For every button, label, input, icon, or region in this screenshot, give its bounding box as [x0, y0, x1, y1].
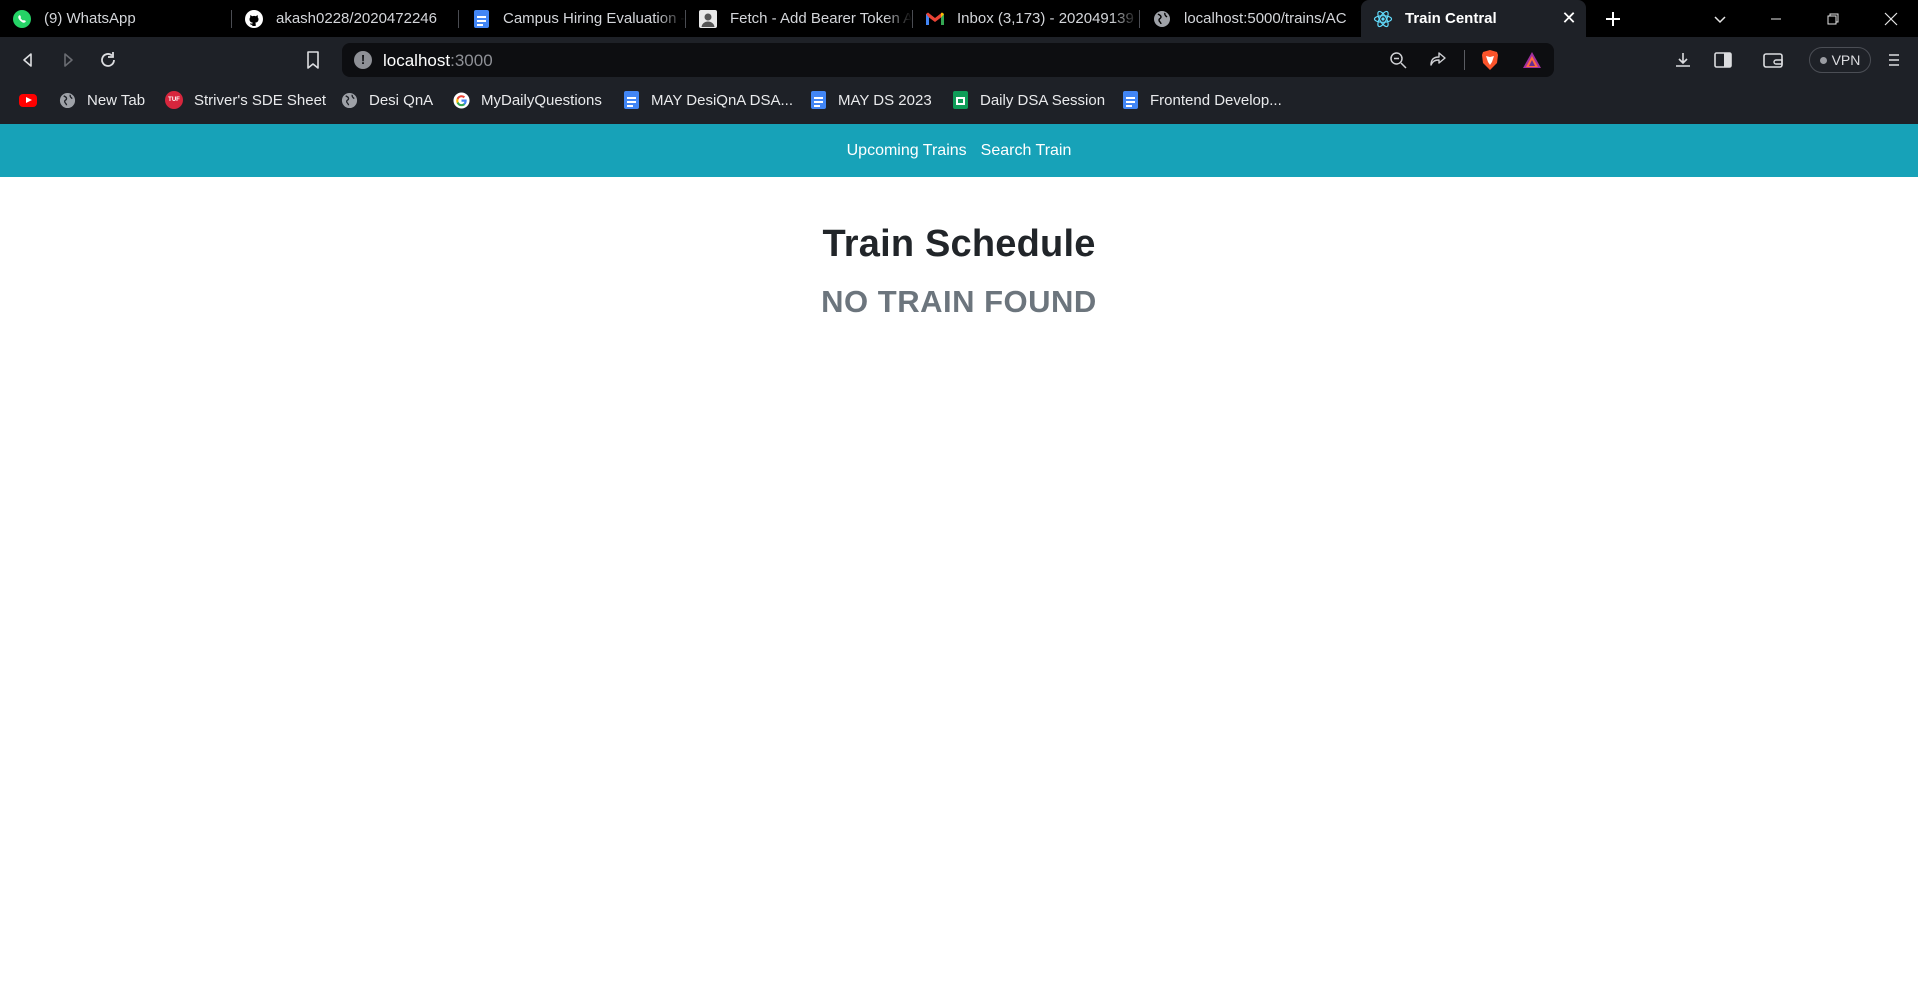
bookmark-icon [307, 51, 319, 69]
tab-fetch-bearer[interactable]: Fetch - Add Bearer Token A [686, 0, 912, 37]
google-sheets-icon [951, 91, 969, 109]
omnibox-divider [1464, 50, 1465, 70]
share-icon[interactable] [1427, 49, 1449, 71]
tab-github[interactable]: akash0228/2020472246 [232, 0, 458, 37]
new-tab-button[interactable] [1591, 0, 1635, 37]
address-bar[interactable]: ! localhost:3000 [342, 43, 1554, 77]
download-icon [1676, 53, 1690, 67]
vpn-status-dot [1819, 56, 1827, 64]
address-bar-url[interactable]: localhost:3000 [383, 51, 493, 71]
globe-icon [1152, 9, 1172, 29]
restore-icon [1827, 13, 1839, 24]
globe-icon [340, 91, 358, 109]
react-icon [1373, 9, 1393, 29]
bookmark-desi-qna[interactable]: Desi QnA [340, 83, 433, 117]
forward-button[interactable] [54, 46, 82, 74]
nav-upcoming-trains[interactable]: Upcoming Trains [847, 142, 967, 160]
wallet-button[interactable] [1759, 46, 1787, 74]
sidebar-icon [1714, 52, 1732, 68]
app-navbar: Upcoming Trains Search Train [0, 124, 1918, 177]
hamburger-menu-icon [1889, 54, 1899, 66]
vpn-button[interactable]: VPN [1809, 47, 1871, 73]
browser-toolbar: ! localhost:3000 VPN [0, 37, 1918, 83]
github-icon [244, 9, 264, 29]
forward-arrow-icon [64, 53, 73, 67]
chevron-down-icon [1714, 15, 1726, 23]
tab-whatsapp[interactable]: (9) WhatsApp [0, 0, 230, 37]
minimize-button[interactable] [1753, 0, 1799, 37]
tab-gmail-inbox[interactable]: Inbox (3,173) - 202049139 [913, 0, 1139, 37]
whatsapp-icon [12, 9, 32, 29]
google-docs-icon [1121, 91, 1139, 109]
back-arrow-icon [23, 53, 32, 67]
bookmark-page-button[interactable] [299, 46, 327, 74]
close-tab-icon[interactable]: ✕ [1560, 9, 1578, 27]
reload-icon [101, 52, 115, 67]
reload-button[interactable] [94, 46, 122, 74]
google-icon [452, 91, 470, 109]
back-button[interactable] [14, 46, 42, 74]
youtube-icon [19, 91, 37, 109]
restore-button[interactable] [1810, 0, 1856, 37]
sidebar-button[interactable] [1709, 46, 1737, 74]
google-docs-icon [471, 9, 491, 29]
bookmarks-bar: New Tab TUF Striver's SDE Sheet Desi QnA… [0, 83, 1918, 124]
downloads-button[interactable] [1669, 46, 1697, 74]
wallet-icon [1763, 53, 1783, 68]
close-icon [1884, 12, 1898, 25]
tuf-icon: TUF [165, 91, 183, 109]
bookmark-may-ds-2023[interactable]: MAY DS 2023 [809, 83, 932, 117]
nav-search-train[interactable]: Search Train [981, 142, 1072, 160]
bookmark-strivers-sde-sheet[interactable]: TUF Striver's SDE Sheet [165, 83, 326, 117]
google-docs-icon [622, 91, 640, 109]
bookmark-may-desiqna-dsa[interactable]: MAY DesiQnA DSA... [622, 83, 793, 117]
minimize-icon [1771, 18, 1781, 19]
bookmark-mydailyquestions[interactable]: MyDailyQuestions [452, 83, 602, 117]
tab-strip: (9) WhatsApp akash0228/2020472246 Campus… [0, 0, 1918, 37]
page-content: Train Schedule NO TRAIN FOUND [0, 177, 1918, 320]
brave-shields-icon[interactable] [1479, 49, 1501, 71]
site-info-icon[interactable]: ! [354, 51, 372, 69]
brave-rewards-icon[interactable] [1521, 49, 1543, 71]
close-window-button[interactable] [1868, 0, 1914, 37]
page-title: Train Schedule [822, 223, 1096, 265]
bookmark-youtube[interactable] [19, 83, 48, 117]
main-menu-button[interactable] [1879, 46, 1907, 74]
bookmark-frontend-develop[interactable]: Frontend Develop... [1121, 83, 1282, 117]
plus-icon [1606, 11, 1620, 26]
avatar-favicon-icon [698, 9, 718, 29]
google-docs-icon [809, 91, 827, 109]
tab-search-dropdown-button[interactable] [1697, 0, 1743, 37]
tab-campus-hiring[interactable]: Campus Hiring Evaluation - [459, 0, 685, 37]
empty-state-message: NO TRAIN FOUND [821, 284, 1097, 319]
gmail-icon [925, 9, 945, 29]
bookmark-new-tab[interactable]: New Tab [58, 83, 145, 117]
zoom-icon[interactable] [1387, 49, 1409, 71]
tab-train-central[interactable]: Train Central ✕ [1361, 0, 1586, 37]
globe-icon [58, 91, 76, 109]
bookmark-daily-dsa-session[interactable]: Daily DSA Session [951, 83, 1105, 117]
tab-localhost-5000[interactable]: localhost:5000/trains/AC [1140, 0, 1360, 37]
